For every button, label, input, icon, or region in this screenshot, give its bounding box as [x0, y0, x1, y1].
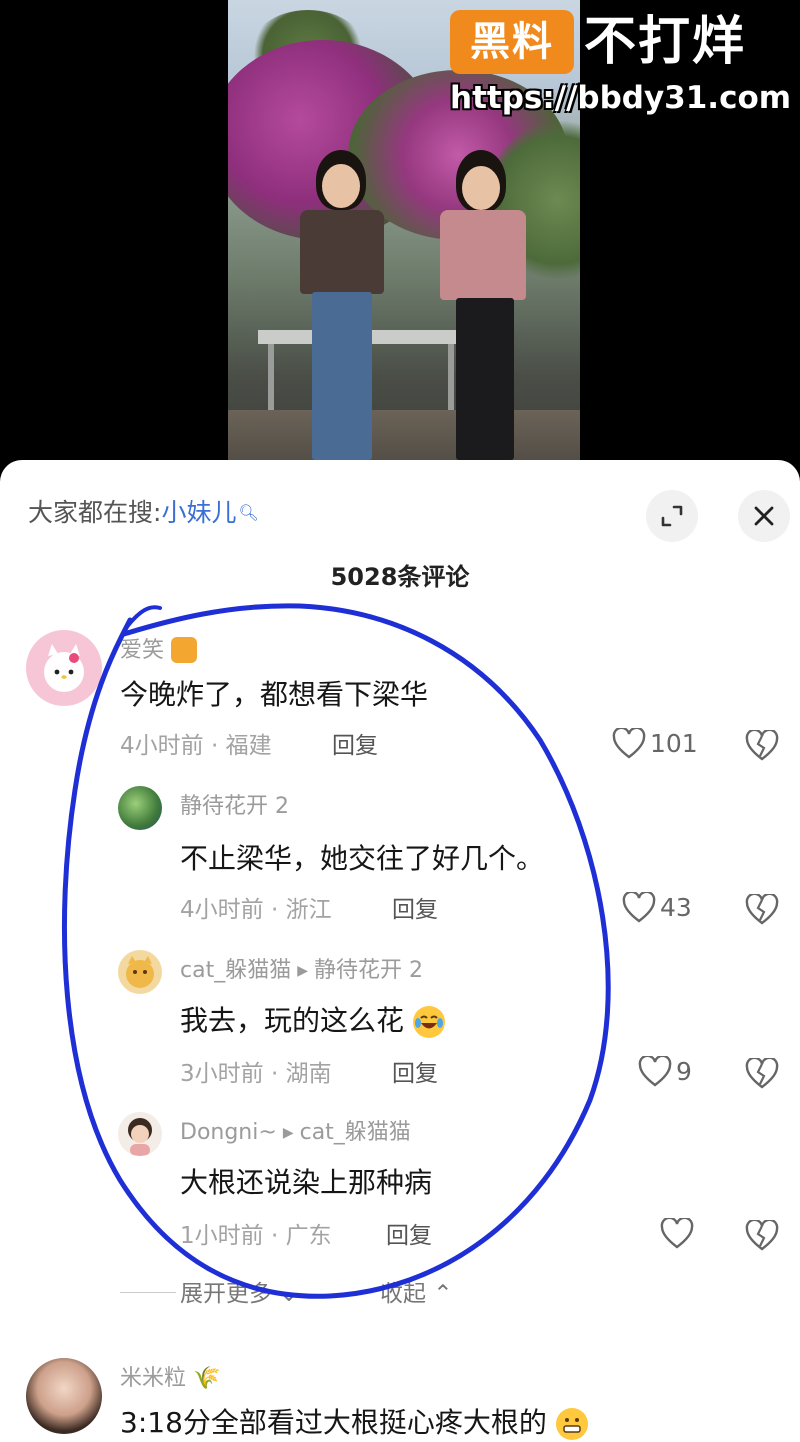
comment-author[interactable]: Dongni~ ▶ cat_躲猫猫 [180, 1118, 411, 1148]
watermark-title: 不打烊 [584, 12, 747, 72]
broken-heart-icon[interactable] [744, 1058, 780, 1090]
comment-meta: 3小时前 · 湖南 [180, 1061, 332, 1087]
like-button[interactable]: 101 [612, 728, 698, 760]
comment-count: 5028条评论 [330, 563, 470, 591]
heart-icon [660, 1218, 694, 1249]
comment-author[interactable]: cat_躲猫猫 ▶ 静待花开 2 [180, 956, 423, 986]
comment-text: 我去，玩的这么花 [180, 1002, 445, 1040]
like-button[interactable] [660, 1218, 694, 1250]
reply-to-name: 静待花开 2 [314, 958, 423, 983]
video-area[interactable]: 黑料 不打烊 https://bbdy31.com [0, 0, 800, 470]
broken-heart-icon[interactable] [744, 1220, 780, 1252]
avatar[interactable] [118, 786, 162, 830]
grimace-emoji-icon [555, 1408, 588, 1440]
reply-button[interactable]: 回复 [392, 894, 438, 926]
heart-icon [622, 892, 656, 923]
rice-emoji-icon: 🌾 [193, 1366, 221, 1391]
close-icon [754, 506, 774, 526]
comment-text: 不止梁华，她交往了好几个。 [180, 842, 545, 875]
avatar[interactable] [26, 1358, 102, 1434]
tiger-emoji-icon [171, 637, 198, 663]
watermark: 黑料 不打烊 https://bbdy31.com [450, 6, 792, 116]
close-button[interactable] [738, 490, 790, 542]
like-count: 43 [660, 893, 692, 922]
reply-button[interactable]: 回复 [386, 1220, 432, 1252]
reply-to-name: cat_躲猫猫 [299, 1120, 411, 1145]
reply-arrow-icon: ▶ [297, 963, 308, 979]
avatar[interactable] [26, 630, 102, 706]
heart-icon [612, 728, 646, 759]
like-button[interactable]: 43 [622, 892, 692, 924]
heart-icon [638, 1056, 672, 1087]
like-count: 9 [676, 1057, 692, 1086]
hello-kitty-avatar-icon [44, 644, 84, 692]
girl-avatar-icon [128, 1118, 152, 1156]
chevron-down-icon: ⌄ [272, 1281, 299, 1307]
comment-text: 今晚炸了，都想看下梁华 [120, 678, 429, 711]
comment-sheet: 大家都在搜:小妹儿 🔍︎ 5028条评论 爱笑 今晚炸了，都想看下梁华 4小时前… [0, 460, 800, 1442]
watermark-url: https://bbdy31.com [450, 80, 792, 116]
comment-text: 3:18分全部看过大根挺心疼大根的 [120, 1404, 588, 1442]
comment-meta: 4小时前 · 福建 [120, 733, 272, 759]
like-button[interactable]: 9 [638, 1056, 692, 1088]
divider [120, 1292, 176, 1293]
like-count: 101 [650, 729, 698, 758]
search-icon: 🔍︎ [238, 503, 259, 522]
comment-text: 大根还说染上那种病 [180, 1166, 433, 1199]
search-term[interactable]: 小妹儿 [161, 498, 236, 527]
reply-button[interactable]: 回复 [392, 1058, 438, 1090]
cat-avatar-icon [126, 956, 154, 988]
comment-author[interactable]: 爱笑 [120, 636, 198, 666]
broken-heart-icon[interactable] [744, 894, 780, 926]
comment-meta: 1小时前 · 广东 [180, 1223, 332, 1249]
collapse-button[interactable]: 收起 ⌃ [380, 1278, 453, 1310]
comment-author[interactable]: 米米粒 🌾 [120, 1364, 220, 1394]
comment-meta: 4小时前 · 浙江 [180, 897, 332, 923]
laughing-crying-emoji-icon [412, 1006, 445, 1038]
reply-arrow-icon: ▶ [282, 1125, 294, 1141]
expand-icon [661, 505, 683, 527]
avatar[interactable] [118, 950, 162, 994]
comment-author[interactable]: 静待花开 2 [180, 792, 289, 822]
expand-more-button[interactable]: 展开更多 ⌄ [180, 1278, 299, 1310]
expand-button[interactable] [646, 490, 698, 542]
watermark-badge: 黑料 [450, 10, 574, 74]
avatar[interactable] [118, 1112, 162, 1156]
search-suggestion[interactable]: 大家都在搜:小妹儿 🔍︎ [28, 496, 259, 530]
broken-heart-icon[interactable] [744, 730, 780, 762]
reply-button[interactable]: 回复 [332, 730, 378, 762]
chevron-up-icon: ⌃ [426, 1281, 453, 1307]
search-prefix: 大家都在搜: [28, 498, 162, 527]
